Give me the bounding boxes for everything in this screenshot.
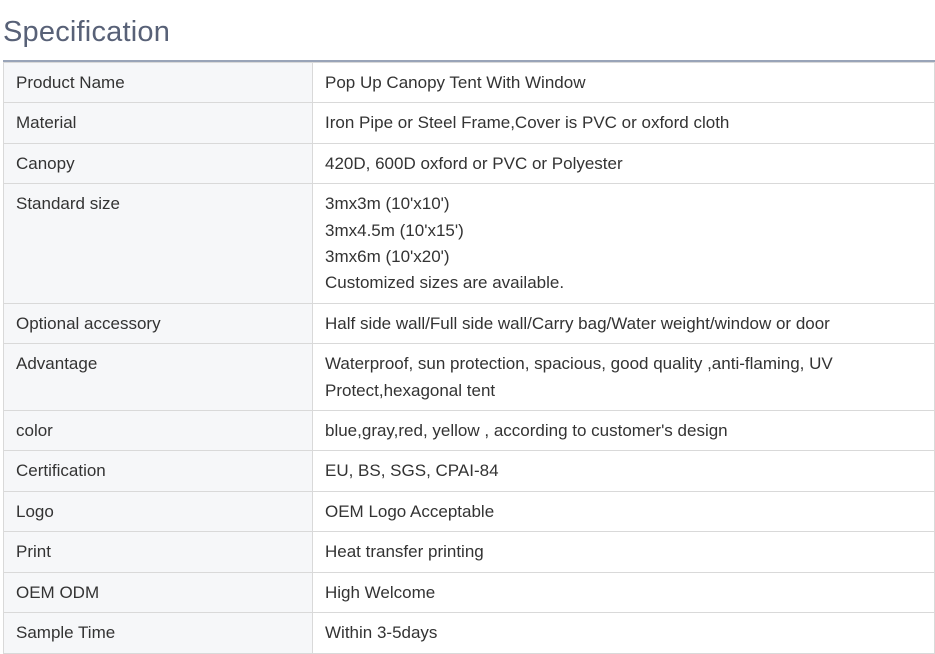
spec-label-cell: Standard size	[3, 183, 313, 304]
table-row: color blue,gray,red, yellow , according t…	[3, 410, 935, 452]
spec-value-cell: EU, BS, SGS, CPAI-84	[312, 450, 935, 492]
spec-label-cell: Logo	[3, 490, 313, 533]
spec-label-cell: Print	[3, 531, 313, 573]
spec-value-line: Within 3-5days	[325, 623, 438, 643]
spec-value-cell: Waterproof, sun protection, spacious, go…	[312, 343, 935, 412]
spec-value-line: High Welcome	[325, 582, 436, 602]
spec-label-cell: Material	[3, 102, 313, 144]
spec-value-cell: OEM Logo Acceptable	[312, 490, 935, 533]
spec-value-line: Waterproof, sun protection, spacious, go…	[325, 354, 833, 374]
specification-table: Product Name Pop Up Canopy Tent With Wind…	[3, 61, 935, 654]
table-row: Advantage Waterproof, sun protection, spa…	[3, 343, 935, 412]
page-title: Specification	[3, 16, 171, 48]
spec-value-line: OEM Logo Acceptable	[325, 501, 495, 521]
spec-label-cell: Product Name	[3, 61, 313, 104]
table-row: Sample Time Within 3-5days	[3, 612, 935, 654]
spec-value-line: 3mx3m (10'x10')	[325, 194, 450, 214]
spec-value-cell: 420D, 600D oxford or PVC or Polyester	[312, 142, 935, 185]
table-row: Product Name Pop Up Canopy Tent With Wind…	[3, 61, 935, 104]
spec-label-cell: OEM ODM	[3, 571, 313, 614]
spec-value-cell: Pop Up Canopy Tent With Window	[312, 61, 935, 104]
spec-value-cell: High Welcome	[312, 571, 935, 614]
spec-label-cell: Advantage	[3, 343, 313, 412]
table-row: Optional accessory Half side wall/Full si…	[3, 302, 935, 345]
spec-value-cell: 3mx3m (10'x10') 3mx4.5m (10'x15') 3mx6m (1…	[312, 183, 935, 304]
spec-value-line: Half side wall/Full side wall/Carry bag/…	[325, 313, 830, 333]
spec-value-line: 3mx4.5m (10'x15')	[325, 220, 464, 240]
table-row: Standard size 3mx3m (10'x10') 3mx4.5m (10'…	[3, 183, 935, 304]
spec-label-cell: Sample Time	[3, 612, 313, 654]
table-row: Print Heat transfer printing	[3, 531, 935, 573]
table-row: Material Iron Pipe or Steel Frame,Cover i…	[3, 102, 935, 144]
spec-value-line: Pop Up Canopy Tent With Window	[325, 73, 586, 92]
table-row: OEM ODM High Welcome	[3, 571, 935, 614]
spec-value-line: Heat transfer printing	[325, 542, 484, 562]
spec-value-line: Customized sizes are available.	[325, 273, 565, 293]
spec-value-cell: Iron Pipe or Steel Frame,Cover is PVC or…	[312, 102, 935, 144]
spec-value-line: EU, BS, SGS, CPAI-84	[325, 461, 499, 481]
spec-value-cell: Heat transfer printing	[312, 531, 935, 573]
specification-table-body: Product Name Pop Up Canopy Tent With Wind…	[3, 61, 935, 654]
spec-label-cell: color	[3, 410, 313, 452]
spec-value-line: blue,gray,red, yellow , according to cus…	[325, 421, 728, 441]
spec-value-line: 420D, 600D oxford or PVC or Polyester	[325, 153, 623, 173]
table-row: Certification EU, BS, SGS, CPAI-84	[3, 450, 935, 492]
spec-value-line: Iron Pipe or Steel Frame,Cover is PVC or…	[325, 113, 730, 133]
spec-value-line: 3mx6m (10'x20')	[325, 247, 450, 267]
spec-value-cell: blue,gray,red, yellow , according to cus…	[312, 410, 935, 452]
spec-value-line: Protect,hexagonal tent	[325, 380, 496, 400]
table-row: Canopy 420D, 600D oxford or PVC or Polyes…	[3, 142, 935, 185]
table-row: Logo OEM Logo Acceptable	[3, 490, 935, 533]
spec-label-cell: Optional accessory	[3, 302, 313, 345]
spec-label-cell: Certification	[3, 450, 313, 492]
spec-label-cell: Canopy	[3, 142, 313, 185]
spec-value-cell: Within 3-5days	[312, 612, 935, 654]
spec-value-cell: Half side wall/Full side wall/Carry bag/…	[312, 302, 935, 345]
